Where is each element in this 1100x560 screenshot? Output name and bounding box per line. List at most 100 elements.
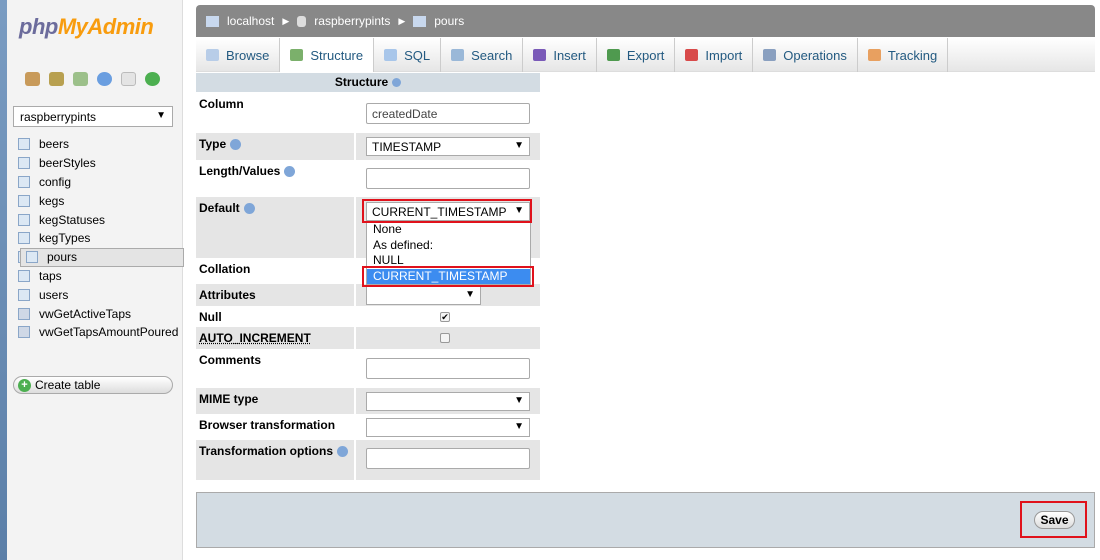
breadcrumb-table[interactable]: pours: [434, 14, 464, 28]
tab-import[interactable]: Import: [675, 38, 754, 72]
operations-icon: [763, 49, 777, 61]
attributes-select[interactable]: ▼: [366, 286, 481, 305]
sidebar-item-pours[interactable]: pours: [20, 247, 184, 267]
tab-export[interactable]: Export: [597, 38, 676, 72]
phpmyadmin-logo[interactable]: phpMyAdmin: [19, 14, 154, 40]
sidebar-item-kegStatuses[interactable]: kegStatuses: [10, 210, 182, 229]
import-icon: [685, 49, 699, 61]
comments-row: Comments: [196, 349, 540, 388]
column-row: Column createdDate: [196, 93, 540, 133]
table-icon: [413, 15, 427, 27]
sidebar-item-users[interactable]: users: [10, 285, 182, 304]
sidebar-item-label: vwGetTapsAmountPoured: [39, 325, 179, 340]
reload-icon[interactable]: [145, 72, 160, 86]
tab-operations[interactable]: Operations: [753, 38, 858, 72]
sidebar-item-vwGetActiveTaps[interactable]: vwGetActiveTaps: [10, 304, 182, 323]
tab-browse[interactable]: Browse: [196, 38, 281, 72]
ai-label-text: AUTO_INCREMENT: [199, 331, 311, 345]
insert-icon: [533, 49, 547, 61]
transopt-input[interactable]: [366, 448, 530, 469]
ai-value-cell: [356, 327, 540, 349]
sidebar-item-label: vwGetActiveTaps: [39, 306, 132, 321]
table-icon: [18, 269, 30, 282]
sidebar-item-beerStyles[interactable]: beerStyles: [10, 154, 182, 173]
copy-icon[interactable]: [121, 72, 136, 86]
transopt-label: Transformation options: [196, 440, 356, 480]
docs-icon[interactable]: [97, 72, 112, 86]
column-value: createdDate: [372, 107, 438, 121]
sidebar-item-kegs[interactable]: kegs: [10, 191, 182, 210]
table-icon: [18, 288, 30, 301]
panel-edge: [0, 0, 7, 560]
browser-row: Browser transformation ▼: [196, 414, 540, 440]
browser-label: Browser transformation: [196, 414, 356, 440]
database-select[interactable]: raspberrypints ▼: [13, 106, 173, 127]
ai-checkbox[interactable]: [440, 333, 450, 343]
browser-select[interactable]: ▼: [366, 418, 530, 437]
highlight-box: [362, 266, 534, 287]
chevron-down-icon: ▼: [514, 421, 524, 432]
help-icon[interactable]: [337, 446, 349, 458]
length-label-text: Length/Values: [199, 164, 281, 178]
default-label: Default: [196, 197, 356, 258]
search-icon: [451, 49, 465, 61]
breadcrumb-server[interactable]: localhost: [227, 14, 274, 28]
table-icon: [18, 232, 30, 245]
home-icon[interactable]: [25, 72, 40, 86]
sidebar-item-taps[interactable]: taps: [10, 267, 182, 286]
table-icon: [18, 157, 30, 170]
column-input[interactable]: createdDate: [366, 103, 530, 124]
comments-value-cell: [356, 349, 540, 388]
help-icon[interactable]: [243, 203, 255, 215]
sidebar-item-kegTypes[interactable]: kegTypes: [10, 229, 182, 248]
exit-icon[interactable]: [49, 72, 64, 86]
structure-form: Structure: [196, 73, 540, 92]
help-icon[interactable]: [284, 166, 296, 178]
tab-label: Insert: [553, 47, 586, 63]
view-icon: [18, 326, 30, 339]
browse-icon: [206, 49, 219, 61]
nav-icons: [25, 72, 160, 86]
sidebar-item-vwGetTapsAmountPoured[interactable]: vwGetTapsAmountPoured: [10, 323, 182, 342]
sidebar-item-config[interactable]: config: [10, 173, 182, 192]
attributes-value-cell: ▼: [356, 284, 540, 306]
null-checkbox[interactable]: ✔: [440, 311, 450, 322]
table-icon: [18, 175, 30, 188]
help-icon[interactable]: [230, 139, 242, 151]
query-icon[interactable]: [73, 72, 88, 86]
sidebar-item-label: beers: [39, 137, 70, 152]
sidebar-item-label: users: [39, 287, 69, 302]
table-list: beers beerStyles config kegs kegStatuses kegT…: [10, 135, 184, 342]
comments-input[interactable]: [366, 358, 530, 379]
attributes-row: Attributes ▼: [196, 284, 540, 306]
tab-label: SQL: [404, 47, 431, 63]
null-label: Null: [196, 306, 356, 327]
help-icon[interactable]: [392, 78, 402, 88]
tab-structure[interactable]: Structure: [280, 38, 375, 72]
tab-tracking[interactable]: Tracking: [858, 38, 949, 72]
create-table-button[interactable]: + Create table: [13, 376, 173, 394]
mime-value-cell: ▼: [356, 388, 540, 414]
column-label-text: Column: [199, 97, 244, 111]
type-value: TIMESTAMP: [372, 140, 442, 154]
breadcrumb-database[interactable]: raspberrypints: [314, 14, 390, 28]
tab-insert[interactable]: Insert: [523, 38, 597, 72]
tab-label: Operations: [783, 47, 847, 63]
default-option[interactable]: As defined:: [367, 238, 530, 254]
export-icon: [606, 49, 620, 61]
mime-select[interactable]: ▼: [366, 392, 530, 411]
default-label-text: Default: [199, 201, 240, 215]
default-option[interactable]: None: [367, 222, 530, 238]
type-label-text: Type: [199, 137, 227, 151]
structure-icon: [290, 49, 304, 61]
chevron-down-icon: ▼: [514, 140, 524, 151]
attributes-label: Attributes: [196, 284, 356, 306]
tab-sql[interactable]: SQL: [374, 38, 442, 72]
sidebar-item-beers[interactable]: beers: [10, 135, 182, 154]
tab-search[interactable]: Search: [441, 38, 524, 72]
server-icon: [206, 15, 219, 27]
sql-icon: [384, 49, 398, 61]
tab-label: Structure: [310, 47, 364, 63]
length-input[interactable]: [366, 168, 530, 189]
type-select[interactable]: TIMESTAMP ▼: [366, 137, 530, 156]
